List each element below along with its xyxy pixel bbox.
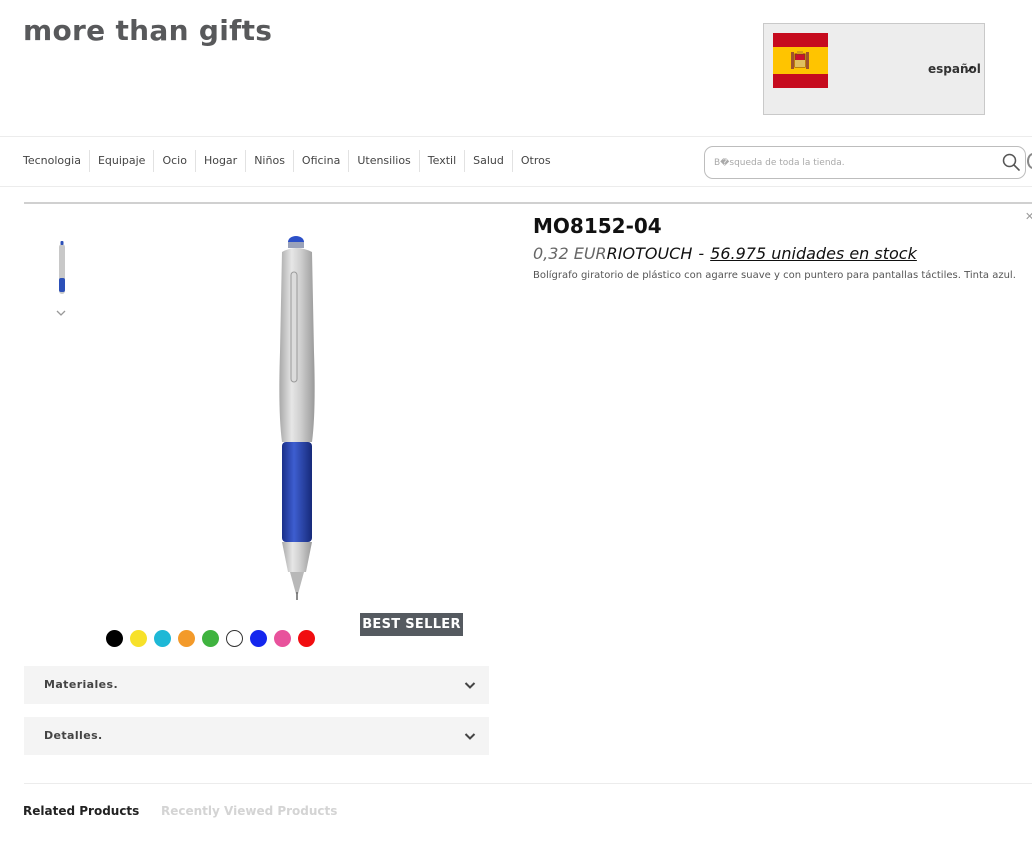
nav-item-textil[interactable]: Textil — [420, 150, 466, 172]
color-swatch[interactable] — [226, 630, 243, 647]
color-swatch[interactable] — [250, 630, 267, 647]
category-nav: Tecnologia Equipaje Ocio Hogar Niños Ofi… — [23, 148, 559, 174]
search-input[interactable] — [714, 155, 984, 171]
accordion-materiales[interactable]: Materiales. — [24, 666, 489, 704]
nav-item-equipaje[interactable]: Equipaje — [90, 150, 155, 172]
cursor-icon: ➚ — [966, 64, 975, 75]
search-icon[interactable] — [1002, 153, 1020, 171]
search-button-edge[interactable] — [1027, 153, 1032, 169]
nav-divider-bottom — [0, 186, 1032, 187]
color-swatch[interactable] — [202, 630, 219, 647]
nav-item-tecnologia[interactable]: Tecnologia — [23, 150, 90, 172]
color-swatch[interactable] — [106, 630, 123, 647]
color-swatch[interactable] — [154, 630, 171, 647]
close-icon[interactable]: ✕ — [1025, 210, 1032, 223]
chevron-down-icon — [464, 682, 476, 689]
product-name: RIOTOUCH — [606, 244, 693, 263]
price-line: 0,32 EURRIOTOUCH -56.975 unidades en stoc… — [533, 244, 917, 263]
chevron-down-icon[interactable] — [53, 306, 69, 320]
tabs-divider — [24, 783, 1032, 784]
nav-divider-top — [0, 136, 1032, 137]
separator: - — [698, 244, 705, 263]
accordion-label: Detalles. — [44, 729, 103, 742]
tab-related-products[interactable]: Related Products — [23, 804, 139, 818]
product-image — [279, 236, 315, 600]
spain-flag-icon — [773, 33, 828, 88]
nav-item-ninos[interactable]: Niños — [246, 150, 294, 172]
nav-item-otros[interactable]: Otros — [513, 150, 559, 172]
nav-item-ocio[interactable]: Ocio — [154, 150, 196, 172]
product-divider — [24, 202, 1032, 204]
color-swatch[interactable] — [130, 630, 147, 647]
product-thumbnail[interactable] — [52, 240, 72, 296]
product-sku: MO8152-04 — [533, 214, 662, 238]
accordion-label: Materiales. — [44, 678, 119, 691]
color-swatches — [106, 630, 315, 647]
nav-item-oficina[interactable]: Oficina — [294, 150, 350, 172]
nav-item-utensilios[interactable]: Utensilios — [349, 150, 420, 172]
color-swatch[interactable] — [178, 630, 195, 647]
chevron-down-icon — [464, 733, 476, 740]
product-price: 0,32 EUR — [533, 244, 607, 263]
best-seller-badge: BEST SELLER — [360, 613, 463, 636]
nav-item-hogar[interactable]: Hogar — [196, 150, 247, 172]
site-logo[interactable]: more than gifts — [23, 14, 272, 47]
search-box — [704, 146, 1026, 179]
nav-item-salud[interactable]: Salud — [465, 150, 513, 172]
accordion-detalles[interactable]: Detalles. — [24, 717, 489, 755]
tab-recently-viewed[interactable]: Recently Viewed Products — [161, 804, 337, 818]
language-switcher[interactable]: español ➚ — [763, 23, 985, 115]
color-swatch[interactable] — [298, 630, 315, 647]
product-description: Bolígrafo giratorio de plástico con agar… — [533, 270, 1016, 281]
color-swatch[interactable] — [274, 630, 291, 647]
stock-link[interactable]: 56.975 unidades en stock — [710, 244, 917, 263]
